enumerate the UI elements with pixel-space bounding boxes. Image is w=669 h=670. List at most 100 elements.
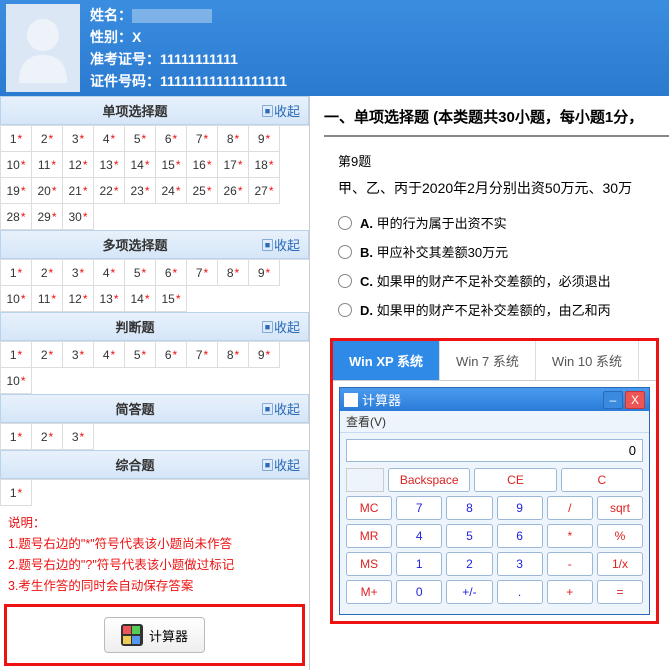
question-cell[interactable]: 23* — [125, 178, 156, 204]
answer-option[interactable]: C. 如果甲的财产不足补交差额的，必须退出 — [338, 266, 669, 295]
question-cell[interactable]: 12* — [63, 152, 94, 178]
calc-key[interactable]: * — [547, 524, 593, 548]
question-cell[interactable]: 3* — [63, 342, 94, 368]
question-cell[interactable]: 28* — [1, 204, 32, 230]
question-cell[interactable]: 14* — [125, 286, 156, 312]
question-cell[interactable]: 8* — [218, 342, 249, 368]
answer-option[interactable]: D. 如果甲的财产不足补交差额的，由乙和丙 — [338, 295, 669, 324]
calc-key[interactable]: M+ — [346, 580, 392, 604]
tab-winxp[interactable]: Win XP 系统 — [333, 341, 440, 380]
calc-key-ce[interactable]: CE — [474, 468, 556, 492]
question-cell[interactable]: 14* — [125, 152, 156, 178]
question-cell[interactable]: 4* — [94, 342, 125, 368]
calc-key[interactable]: - — [547, 552, 593, 576]
calc-key[interactable]: sqrt — [597, 496, 643, 520]
calc-key[interactable]: + — [547, 580, 593, 604]
question-cell[interactable]: 1* — [1, 126, 32, 152]
question-cell[interactable]: 27* — [249, 178, 280, 204]
calc-key[interactable]: 1 — [396, 552, 442, 576]
calc-key-c[interactable]: C — [561, 468, 643, 492]
calculator-button[interactable]: 计算器 — [104, 617, 205, 653]
question-cell[interactable]: 3* — [63, 126, 94, 152]
question-cell[interactable]: 9* — [249, 342, 280, 368]
collapse-toggle[interactable]: ▣收起 — [261, 399, 300, 418]
calc-key[interactable]: 2 — [446, 552, 492, 576]
question-cell[interactable]: 29* — [32, 204, 63, 230]
question-cell[interactable]: 6* — [156, 342, 187, 368]
calc-key[interactable]: 3 — [497, 552, 543, 576]
question-cell[interactable]: 18* — [249, 152, 280, 178]
calc-key[interactable]: 9 — [497, 496, 543, 520]
question-cell[interactable]: 4* — [94, 260, 125, 286]
close-button[interactable]: X — [625, 391, 645, 409]
calc-key[interactable]: MR — [346, 524, 392, 548]
question-cell[interactable]: 5* — [125, 342, 156, 368]
question-cell[interactable]: 3* — [63, 424, 94, 450]
question-cell[interactable]: 9* — [249, 126, 280, 152]
collapse-toggle[interactable]: ▣收起 — [261, 235, 300, 254]
calc-key[interactable]: / — [547, 496, 593, 520]
calc-key[interactable]: = — [597, 580, 643, 604]
calc-key[interactable]: 7 — [396, 496, 442, 520]
question-cell[interactable]: 7* — [187, 126, 218, 152]
answer-option[interactable]: B. 甲应补交其差额30万元 — [338, 237, 669, 266]
calc-key[interactable]: MC — [346, 496, 392, 520]
question-cell[interactable]: 15* — [156, 152, 187, 178]
question-cell[interactable]: 7* — [187, 342, 218, 368]
question-cell[interactable]: 6* — [156, 126, 187, 152]
minimize-button[interactable]: – — [603, 391, 623, 409]
calc-key[interactable]: % — [597, 524, 643, 548]
question-cell[interactable]: 1* — [1, 260, 32, 286]
question-cell[interactable]: 17* — [218, 152, 249, 178]
question-cell[interactable]: 21* — [63, 178, 94, 204]
question-cell[interactable]: 19* — [1, 178, 32, 204]
collapse-toggle[interactable]: ▣收起 — [261, 317, 300, 336]
question-cell[interactable]: 1* — [1, 342, 32, 368]
question-cell[interactable]: 8* — [218, 260, 249, 286]
question-cell[interactable]: 25* — [187, 178, 218, 204]
question-cell[interactable]: 26* — [218, 178, 249, 204]
question-cell[interactable]: 11* — [32, 286, 63, 312]
collapse-toggle[interactable]: ▣收起 — [261, 101, 300, 120]
calc-key[interactable]: 8 — [446, 496, 492, 520]
question-cell[interactable]: 16* — [187, 152, 218, 178]
calc-key[interactable]: 4 — [396, 524, 442, 548]
question-cell[interactable]: 4* — [94, 126, 125, 152]
question-cell[interactable]: 13* — [94, 286, 125, 312]
question-cell[interactable]: 2* — [32, 424, 63, 450]
question-cell[interactable]: 10* — [1, 368, 32, 394]
question-cell[interactable]: 13* — [94, 152, 125, 178]
question-cell[interactable]: 22* — [94, 178, 125, 204]
question-cell[interactable]: 12* — [63, 286, 94, 312]
calc-key[interactable]: . — [497, 580, 543, 604]
calc-key[interactable]: MS — [346, 552, 392, 576]
question-cell[interactable]: 2* — [32, 126, 63, 152]
question-cell[interactable]: 24* — [156, 178, 187, 204]
question-cell[interactable]: 9* — [249, 260, 280, 286]
calculator-titlebar[interactable]: 计算器 – X — [340, 388, 649, 411]
collapse-toggle[interactable]: ▣收起 — [261, 455, 300, 474]
question-cell[interactable]: 2* — [32, 342, 63, 368]
tab-win7[interactable]: Win 7 系统 — [440, 341, 536, 380]
calc-key[interactable]: 6 — [497, 524, 543, 548]
question-cell[interactable]: 8* — [218, 126, 249, 152]
question-cell[interactable]: 1* — [1, 424, 32, 450]
tab-win10[interactable]: Win 10 系统 — [536, 341, 639, 380]
calc-key[interactable]: 5 — [446, 524, 492, 548]
question-cell[interactable]: 5* — [125, 126, 156, 152]
question-cell[interactable]: 30* — [63, 204, 94, 230]
calc-key-backspace[interactable]: Backspace — [388, 468, 470, 492]
question-cell[interactable]: 20* — [32, 178, 63, 204]
calc-key[interactable]: +/- — [446, 580, 492, 604]
question-cell[interactable]: 11* — [32, 152, 63, 178]
question-cell[interactable]: 1* — [1, 480, 32, 506]
question-cell[interactable]: 5* — [125, 260, 156, 286]
answer-option[interactable]: A. 甲的行为属于出资不实 — [338, 208, 669, 237]
question-cell[interactable]: 2* — [32, 260, 63, 286]
calc-key[interactable]: 0 — [396, 580, 442, 604]
question-cell[interactable]: 15* — [156, 286, 187, 312]
question-cell[interactable]: 10* — [1, 286, 32, 312]
question-cell[interactable]: 10* — [1, 152, 32, 178]
question-cell[interactable]: 7* — [187, 260, 218, 286]
question-cell[interactable]: 3* — [63, 260, 94, 286]
